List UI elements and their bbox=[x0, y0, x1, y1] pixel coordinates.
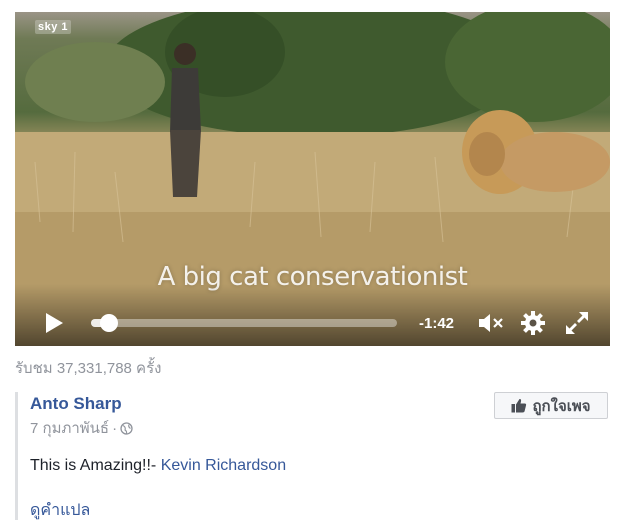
time-remaining: -1:42 bbox=[419, 315, 455, 332]
comment-divider bbox=[15, 392, 18, 520]
like-page-button[interactable]: ถูกใจเพจ bbox=[494, 392, 608, 419]
see-translation-link[interactable]: ดูคำแปล bbox=[30, 498, 90, 523]
like-page-label: ถูกใจเพจ bbox=[532, 397, 591, 415]
tagged-person-link[interactable]: Kevin Richardson bbox=[161, 457, 286, 474]
gear-icon[interactable] bbox=[520, 310, 546, 336]
fullscreen-icon[interactable] bbox=[564, 310, 590, 336]
globe-icon bbox=[120, 422, 133, 435]
video-player[interactable]: sky 1 A big cat conservationist -1:42 bbox=[15, 12, 610, 346]
thumbs-up-icon bbox=[511, 398, 527, 413]
play-icon[interactable] bbox=[43, 311, 65, 335]
meta-separator: · bbox=[112, 420, 118, 437]
comment-author[interactable]: Anto Sharp bbox=[30, 394, 122, 414]
video-controls: -1:42 bbox=[15, 284, 610, 346]
seek-bar[interactable] bbox=[91, 314, 397, 332]
seek-thumb[interactable] bbox=[100, 314, 118, 332]
channel-logo: sky 1 bbox=[35, 20, 72, 34]
volume-muted-icon[interactable] bbox=[477, 312, 505, 334]
comment-text: This is Amazing!!- bbox=[30, 457, 161, 474]
comment-body: This is Amazing!!- Kevin Richardson bbox=[30, 457, 286, 475]
view-count: รับชม 37,331,788 ครั้ง bbox=[15, 360, 162, 377]
comment-meta: 7 กุมภาพันธ์ · bbox=[30, 416, 133, 440]
comment-date[interactable]: 7 กุมภาพันธ์ bbox=[30, 420, 109, 437]
